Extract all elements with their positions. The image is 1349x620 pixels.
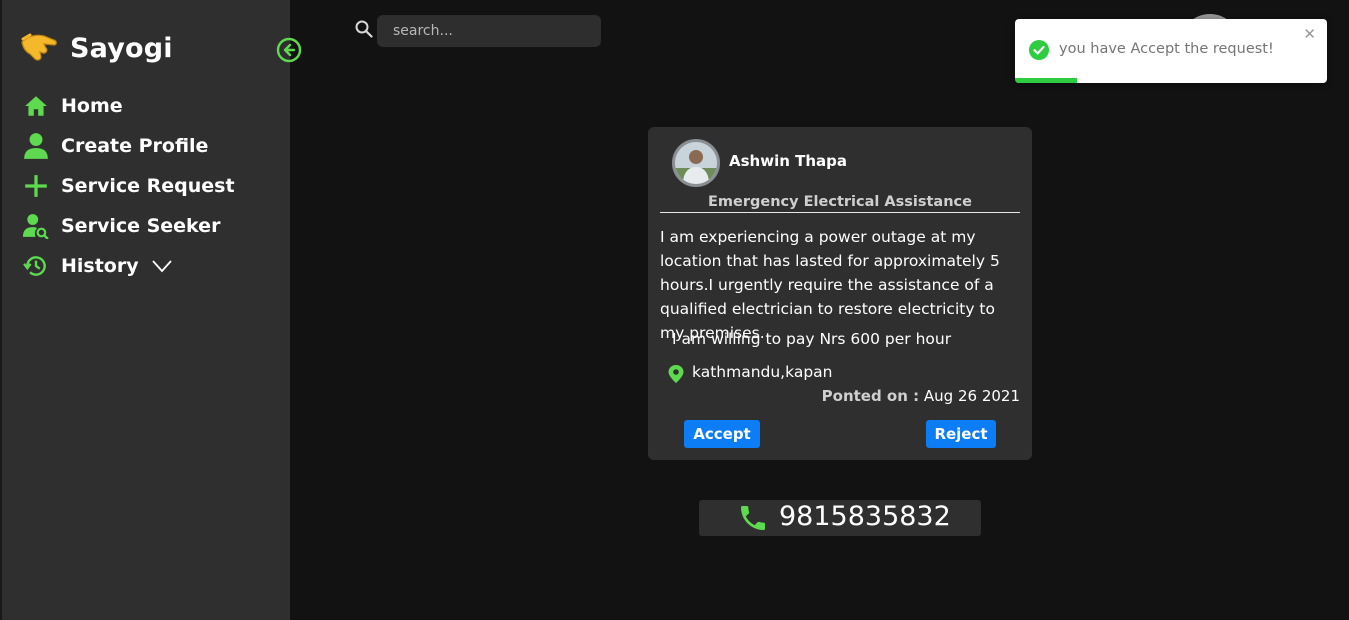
service-request-card: Ashwin Thapa Emergency Electrical Assist… <box>648 127 1032 460</box>
posted-date: Ponted on : Aug 26 2021 <box>822 387 1020 405</box>
sidebar-item-service-seeker[interactable]: Service Seeker <box>22 206 235 246</box>
request-title: Emergency Electrical Assistance <box>660 194 1020 213</box>
accept-button[interactable]: Accept <box>684 420 760 448</box>
sidebar-nav: Home Create Profile Service Request Serv… <box>22 86 235 286</box>
sidebar-item-service-request[interactable]: Service Request <box>22 166 235 206</box>
sidebar-item-label: History <box>61 255 139 277</box>
sidebar-item-label: Create Profile <box>61 135 209 157</box>
history-icon <box>22 252 50 280</box>
toast-message: you have Accept the request! <box>1059 41 1274 57</box>
reject-button[interactable]: Reject <box>926 420 996 448</box>
toast-progress-bar <box>1015 78 1078 83</box>
check-circle-icon <box>1029 40 1049 60</box>
plus-icon <box>22 172 50 200</box>
success-toast: you have Accept the request! ✕ <box>1015 19 1327 83</box>
home-icon <box>22 92 50 120</box>
phone-display: 9815835832 <box>699 500 981 536</box>
sidebar-item-label: Service Seeker <box>61 215 221 237</box>
search-icon[interactable] <box>355 20 373 38</box>
person-photo-icon <box>675 142 717 184</box>
collapse-sidebar-icon[interactable] <box>276 37 302 63</box>
pointing-hand-logo-icon <box>21 33 57 61</box>
brand[interactable]: Sayogi <box>20 30 173 66</box>
phone-icon <box>741 506 765 530</box>
location-pin-icon <box>668 365 684 383</box>
posted-date-value: Aug 26 2021 <box>919 387 1020 405</box>
search-input[interactable] <box>377 15 601 47</box>
requester-name: Ashwin Thapa <box>729 152 848 170</box>
close-icon[interactable]: ✕ <box>1303 27 1316 42</box>
sidebar-item-create-profile[interactable]: Create Profile <box>22 126 235 166</box>
phone-number: 9815835832 <box>779 501 951 532</box>
requester-avatar <box>672 139 720 187</box>
request-payment: I am willing to pay Nrs 600 per hour <box>672 330 952 348</box>
sidebar-item-home[interactable]: Home <box>22 86 235 126</box>
user-search-icon <box>22 212 50 240</box>
sidebar-item-label: Service Request <box>61 175 235 197</box>
brand-name: Sayogi <box>70 32 173 64</box>
sidebar-item-label: Home <box>61 95 123 117</box>
request-description: I am experiencing a power outage at my l… <box>660 228 1000 342</box>
sidebar: Sayogi Home Create Profile Service Reque… <box>0 0 302 620</box>
request-location: kathmandu,kapan <box>692 363 833 381</box>
chevron-down-icon[interactable] <box>151 259 173 273</box>
posted-label: Ponted on : <box>821 387 920 405</box>
user-icon <box>22 132 50 160</box>
sidebar-item-history[interactable]: History <box>22 246 235 286</box>
